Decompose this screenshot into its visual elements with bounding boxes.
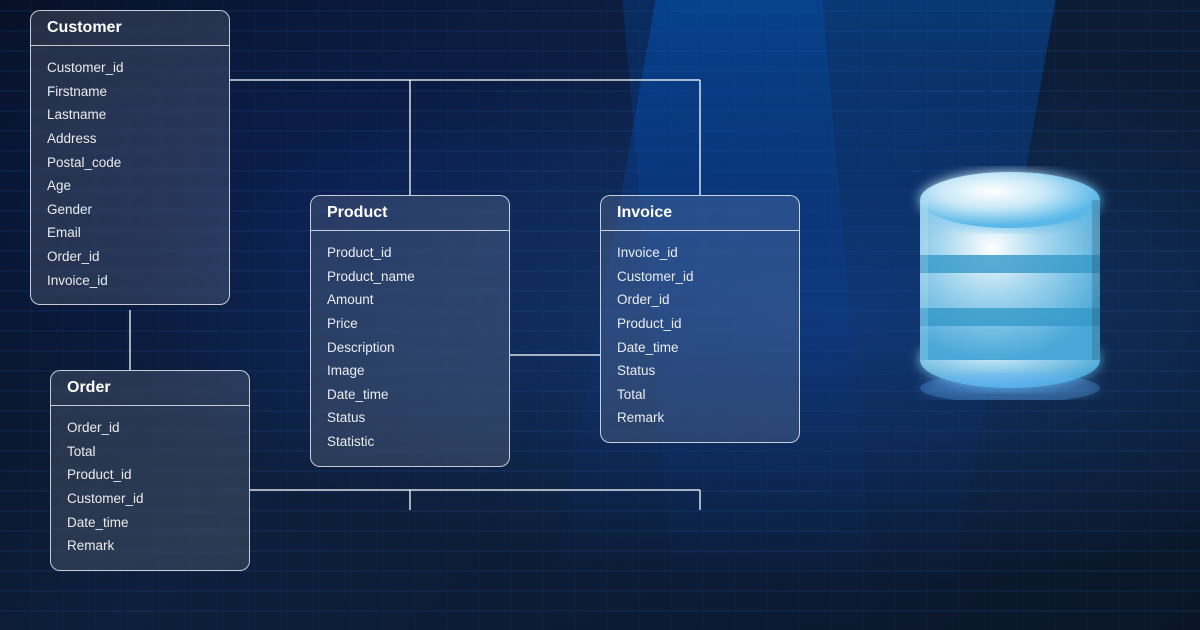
entity-order: Order Order_id Total Product_id Customer… xyxy=(50,370,250,571)
customer-field-5: Age xyxy=(47,174,213,198)
customer-title: Customer xyxy=(47,19,122,36)
customer-field-2: Lastname xyxy=(47,103,213,127)
order-field-2: Product_id xyxy=(67,463,233,487)
product-field-8: Statistic xyxy=(327,430,493,454)
customer-field-4: Postal_code xyxy=(47,151,213,175)
order-field-1: Total xyxy=(67,440,233,464)
order-body: Order_id Total Product_id Customer_id Da… xyxy=(51,406,249,570)
entity-customer: Customer Customer_id Firstname Lastname … xyxy=(30,10,230,305)
product-header: Product xyxy=(311,196,509,231)
entity-product: Product Product_id Product_name Amount P… xyxy=(310,195,510,467)
invoice-field-5: Status xyxy=(617,359,783,383)
customer-body: Customer_id Firstname Lastname Address P… xyxy=(31,46,229,304)
customer-field-6: Gender xyxy=(47,198,213,222)
product-field-6: Date_time xyxy=(327,383,493,407)
order-header: Order xyxy=(51,371,249,406)
product-field-2: Amount xyxy=(327,288,493,312)
product-body: Product_id Product_name Amount Price Des… xyxy=(311,231,509,466)
invoice-body: Invoice_id Customer_id Order_id Product_… xyxy=(601,231,799,442)
customer-field-1: Firstname xyxy=(47,80,213,104)
invoice-field-2: Order_id xyxy=(617,288,783,312)
product-title: Product xyxy=(327,204,387,221)
product-field-0: Product_id xyxy=(327,241,493,265)
customer-field-3: Address xyxy=(47,127,213,151)
order-field-4: Date_time xyxy=(67,511,233,535)
product-field-1: Product_name xyxy=(327,265,493,289)
invoice-header: Invoice xyxy=(601,196,799,231)
invoice-field-7: Remark xyxy=(617,406,783,430)
database-icon xyxy=(900,140,1120,400)
database-svg xyxy=(900,140,1120,400)
invoice-field-3: Product_id xyxy=(617,312,783,336)
product-field-5: Image xyxy=(327,359,493,383)
invoice-field-1: Customer_id xyxy=(617,265,783,289)
entity-invoice: Invoice Invoice_id Customer_id Order_id … xyxy=(600,195,800,443)
product-field-7: Status xyxy=(327,406,493,430)
product-field-3: Price xyxy=(327,312,493,336)
invoice-title: Invoice xyxy=(617,204,672,221)
invoice-field-6: Total xyxy=(617,383,783,407)
customer-header: Customer xyxy=(31,11,229,46)
order-field-0: Order_id xyxy=(67,416,233,440)
customer-field-0: Customer_id xyxy=(47,56,213,80)
er-diagram: Customer Customer_id Firstname Lastname … xyxy=(0,0,1200,630)
order-field-3: Customer_id xyxy=(67,487,233,511)
order-title: Order xyxy=(67,379,111,396)
product-field-4: Description xyxy=(327,336,493,360)
order-field-5: Remark xyxy=(67,534,233,558)
invoice-field-0: Invoice_id xyxy=(617,241,783,265)
invoice-field-4: Date_time xyxy=(617,336,783,360)
customer-field-9: Invoice_id xyxy=(47,269,213,293)
customer-field-8: Order_id xyxy=(47,245,213,269)
customer-field-7: Email xyxy=(47,221,213,245)
